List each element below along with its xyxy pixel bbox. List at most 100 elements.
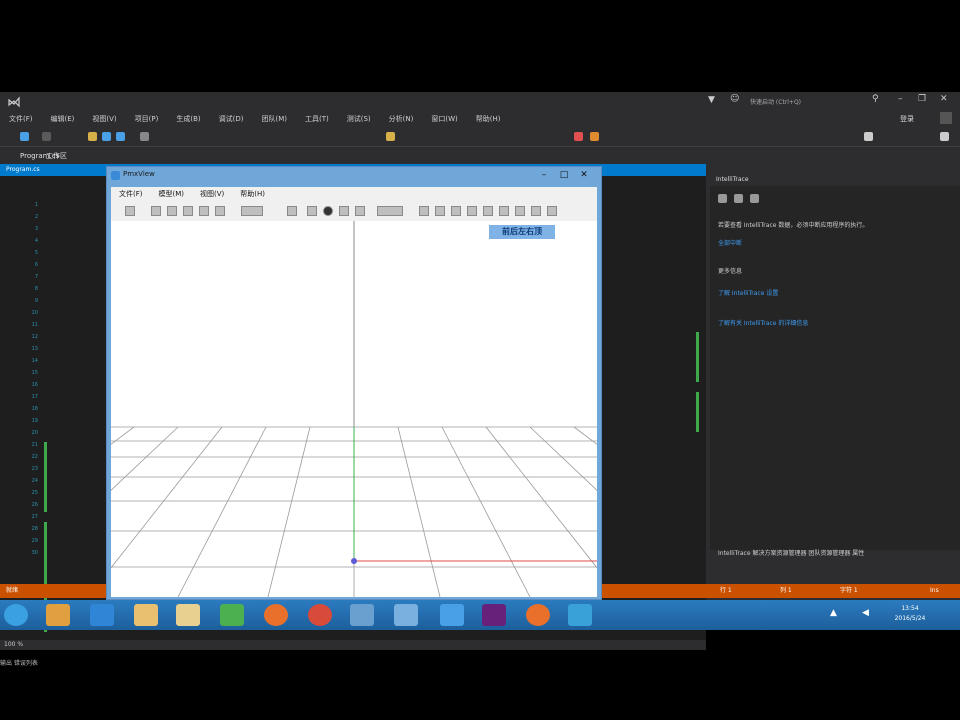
pmx-menu-model[interactable]: 模型(M): [151, 187, 193, 201]
editor-file-name[interactable]: Program.cs: [0, 166, 40, 173]
internet-explorer-icon[interactable]: [90, 604, 114, 626]
zoom-level[interactable]: 100 %: [4, 641, 23, 648]
menu-edit[interactable]: 编辑(E): [42, 112, 84, 126]
axis-icon[interactable]: [339, 206, 349, 216]
system-clock[interactable]: 13:54 2016/5/24: [890, 604, 930, 624]
volume-icon[interactable]: ◀: [862, 608, 869, 618]
record-icon[interactable]: [323, 206, 333, 216]
menu-team[interactable]: 团队(M): [252, 112, 296, 126]
restart-icon[interactable]: [590, 132, 599, 141]
material-icon[interactable]: [451, 206, 461, 216]
file-explorer-icon[interactable]: [176, 604, 200, 626]
save-icon[interactable]: [102, 132, 111, 141]
move-tool-icon[interactable]: [151, 206, 161, 216]
light-tool-icon[interactable]: [215, 206, 225, 216]
open-file-icon[interactable]: [88, 132, 97, 141]
quick-launch-input[interactable]: 快速启动 (Ctrl+Q): [750, 97, 801, 106]
panel-bottom-tabs[interactable]: IntelliTrace 解决方案资源管理器 团队资源管理器 属性: [718, 548, 864, 557]
close-button[interactable]: ✕: [940, 94, 948, 104]
pmx-minimize-button[interactable]: –: [535, 169, 553, 181]
toolbar-options-icon[interactable]: [940, 132, 949, 141]
menu-debug[interactable]: 调试(D): [210, 112, 253, 126]
physics-toggle[interactable]: [377, 206, 403, 216]
menu-help[interactable]: 帮助(H): [467, 112, 510, 126]
panel-tool-icon[interactable]: [718, 194, 727, 203]
texture-icon[interactable]: [435, 206, 445, 216]
maximize-button[interactable]: ❐: [918, 94, 926, 104]
navigate-back-icon[interactable]: [20, 132, 29, 141]
display-dropdown[interactable]: [241, 206, 263, 216]
edge-icon[interactable]: [467, 206, 477, 216]
pmx-title-bar[interactable]: PmxView – □ ✕: [107, 167, 601, 185]
shadow-icon[interactable]: [355, 206, 365, 216]
line-number: 28: [31, 526, 38, 532]
pmxview-taskbar-icon[interactable]: [568, 604, 592, 626]
change-marker: [44, 442, 47, 512]
view-mode-buttons[interactable]: 前后左右顶: [489, 225, 555, 239]
help-icon[interactable]: [547, 206, 557, 216]
line-number: 21: [31, 442, 38, 448]
scale-tool-icon[interactable]: [183, 206, 193, 216]
menu-tools[interactable]: 工具(T): [296, 112, 338, 126]
taskbar-app-icon[interactable]: [394, 604, 418, 626]
firefox-icon[interactable]: [264, 604, 288, 626]
toolbar-action-icon[interactable]: [864, 132, 873, 141]
line-number: 24: [31, 478, 38, 484]
filter-icon[interactable]: ▼: [708, 95, 715, 105]
wireframe-icon[interactable]: [287, 206, 297, 216]
pmx-close-button[interactable]: ✕: [575, 169, 593, 181]
rotate-tool-icon[interactable]: [167, 206, 177, 216]
menu-project[interactable]: 项目(P): [126, 112, 168, 126]
stop-debugging-icon[interactable]: [574, 132, 583, 141]
panel-tool-icon[interactable]: [750, 194, 759, 203]
line-number: 2: [34, 214, 38, 220]
taskbar-app-icon[interactable]: [350, 604, 374, 626]
pmx-menu-file[interactable]: 文件(F): [111, 187, 151, 201]
learn-more-link[interactable]: 了解有关 IntelliTrace 的详细信息: [718, 318, 808, 327]
find-icon[interactable]: [386, 132, 395, 141]
menu-window[interactable]: 窗口(W): [422, 112, 466, 126]
save-all-icon[interactable]: [116, 132, 125, 141]
search-icon[interactable]: ⚲: [872, 94, 879, 104]
undo-icon[interactable]: [140, 132, 149, 141]
navigate-forward-icon[interactable]: [42, 132, 51, 141]
origin-marker: [351, 558, 357, 564]
camera-tool-icon[interactable]: [199, 206, 209, 216]
chrome-icon[interactable]: [308, 604, 332, 626]
line-number: 13: [31, 346, 38, 352]
menu-analyze[interactable]: 分析(N): [380, 112, 423, 126]
network-icon[interactable]: ▲: [830, 608, 837, 618]
avatar[interactable]: [940, 112, 952, 124]
taskbar-app-icon[interactable]: [440, 604, 464, 626]
toon-icon[interactable]: [483, 206, 493, 216]
joint-icon[interactable]: [531, 206, 541, 216]
sphere-icon[interactable]: [499, 206, 509, 216]
taskbar-app-icon[interactable]: [526, 604, 550, 626]
taskbar-app-icon[interactable]: [220, 604, 244, 626]
select-tool-icon[interactable]: [125, 206, 135, 216]
morph-icon[interactable]: [419, 206, 429, 216]
break-all-link[interactable]: 全部中断: [718, 238, 742, 247]
bone-icon[interactable]: [307, 206, 317, 216]
minimize-button[interactable]: –: [898, 94, 903, 104]
panel-tool-icon[interactable]: [734, 194, 743, 203]
output-tabs[interactable]: 输出 错误列表: [0, 658, 120, 670]
menu-test[interactable]: 测试(S): [338, 112, 380, 126]
taskbar-app-icon[interactable]: [46, 604, 70, 626]
menu-build[interactable]: 生成(B): [167, 112, 209, 126]
menu-file[interactable]: 文件(F): [0, 112, 42, 126]
pmx-menu-help[interactable]: 帮助(H): [232, 187, 273, 201]
windows-taskbar: ▲ ◀ 13:54 2016/5/24: [0, 600, 960, 630]
pmx-maximize-button[interactable]: □: [555, 169, 573, 181]
ik-icon[interactable]: [515, 206, 525, 216]
pmx-menu-view[interactable]: 视图(V): [192, 187, 232, 201]
tab-workspace[interactable]: 工作区: [46, 148, 67, 164]
start-button-icon[interactable]: [4, 604, 28, 626]
menu-view[interactable]: 视图(V): [83, 112, 125, 126]
visual-studio-taskbar-icon[interactable]: [482, 604, 506, 626]
taskbar-app-icon[interactable]: [134, 604, 158, 626]
feedback-icon[interactable]: ☺: [730, 94, 739, 104]
settings-link[interactable]: 了解 IntelliTrace 设置: [718, 288, 778, 297]
sign-in-link[interactable]: 登录: [900, 114, 914, 124]
3d-viewport[interactable]: 前后左右顶: [111, 221, 597, 597]
